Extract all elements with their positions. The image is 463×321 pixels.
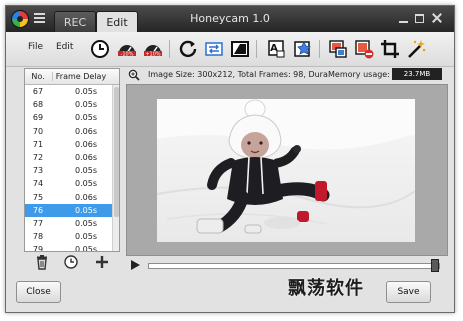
timeline-slider-handle[interactable] (431, 259, 439, 272)
toolbar-divider (256, 40, 257, 58)
tab-rec[interactable]: REC (54, 11, 96, 33)
frame-number: 71 (32, 139, 44, 149)
app-window: REC Edit Honeycam 1.0 File Edit -10% +10… (5, 5, 455, 313)
column-header-frame-delay[interactable]: Frame Delay (52, 72, 109, 81)
frame-number: 70 (32, 126, 44, 136)
frame-number: 76 (32, 205, 44, 215)
text-icon[interactable]: A (265, 38, 287, 60)
frame-number: 77 (32, 218, 44, 228)
bottom-bar: Close Save (6, 277, 454, 312)
menu-edit[interactable]: Edit (56, 42, 73, 52)
frame-delay[interactable]: 0.05s (55, 87, 97, 96)
rotate-icon[interactable] (177, 38, 199, 60)
memory-usage-value: 23.7MB (392, 68, 442, 80)
honeycam-logo-icon[interactable] (11, 10, 29, 28)
frame-row[interactable]: 67 0.05s (25, 85, 112, 98)
timeline-slider[interactable] (148, 263, 440, 269)
toolbar-divider (319, 40, 320, 58)
frame-number: 72 (32, 152, 44, 162)
reverse-frames-icon[interactable] (203, 38, 225, 60)
playback-bar (126, 258, 446, 272)
frame-delay[interactable]: 0.06s (55, 193, 97, 202)
frame-row[interactable]: 75 0.06s (25, 191, 112, 204)
frame-row[interactable]: 78 0.05s (25, 230, 112, 243)
frame-number: 78 (32, 232, 44, 242)
frame-number: 68 (32, 100, 44, 110)
info-bar: Image Size: 300x212, Total Frames: 98, D… (126, 68, 446, 82)
frame-row[interactable]: 69 0.05s (25, 111, 112, 124)
frame-delay[interactable]: 0.05s (55, 166, 97, 175)
frame-row[interactable]: 74 0.05s (25, 177, 112, 190)
minimize-icon[interactable] (397, 12, 411, 25)
frame-number: 79 (32, 245, 44, 252)
play-icon[interactable] (131, 260, 140, 270)
frame-delay[interactable]: 0.05s (55, 113, 97, 122)
menu-file[interactable]: File (28, 42, 43, 52)
frame-row[interactable]: 73 0.05s (25, 164, 112, 177)
frame-row[interactable]: 71 0.06s (25, 138, 112, 151)
crop-icon[interactable] (379, 38, 401, 60)
effect-icon[interactable] (229, 38, 251, 60)
close-window-icon[interactable] (430, 12, 444, 25)
save-button[interactable]: Save (386, 281, 431, 303)
trash-icon[interactable] (34, 254, 50, 270)
frame-list-tools (24, 254, 118, 270)
frame-number: 74 (32, 179, 44, 189)
magic-wand-icon[interactable] (405, 38, 427, 60)
frame-delay[interactable]: 0.05s (55, 206, 97, 215)
frame-delay[interactable]: 0.05s (55, 219, 97, 228)
speed-decrease-icon[interactable]: -10% (116, 38, 138, 60)
close-button[interactable]: Close (16, 281, 61, 303)
preview-canvas (126, 84, 448, 256)
remove-frame-icon[interactable] (353, 38, 375, 60)
zoom-icon[interactable] (128, 69, 140, 81)
speed-increase-icon[interactable]: +10% (142, 38, 164, 60)
hamburger-menu-icon[interactable] (34, 13, 45, 24)
svg-text:+10%: +10% (145, 51, 161, 57)
frame-delay[interactable]: 0.05s (55, 100, 97, 109)
frame-list-header: No. Frame Delay (25, 69, 119, 85)
frame-row[interactable]: 76 0.05s (25, 203, 112, 217)
frame-rows: 67 0.05s 68 0.05s 69 0.05s 70 0.06s 71 0.06s 72 0.0… (25, 85, 112, 252)
watermark-text: 飘荡软件 (288, 278, 364, 299)
frame-number: 75 (32, 192, 44, 202)
preview-image (157, 99, 415, 242)
frame-row[interactable]: 79 0.05s (25, 243, 112, 252)
frame-delay[interactable]: 0.06s (55, 140, 97, 149)
column-header-no[interactable]: No. (25, 72, 51, 81)
frame-row[interactable]: 77 0.05s (25, 217, 112, 230)
tab-edit[interactable]: Edit (96, 11, 138, 33)
toolbar: File Edit -10% +10% A (6, 32, 454, 67)
frame-row[interactable]: 70 0.06s (25, 125, 112, 138)
frame-row[interactable]: 72 0.06s (25, 151, 112, 164)
frame-row[interactable]: 68 0.05s (25, 98, 112, 111)
frame-number: 73 (32, 166, 44, 176)
clock-icon[interactable] (89, 38, 111, 60)
scrollbar-thumb[interactable] (114, 87, 119, 217)
toolbar-divider (169, 40, 170, 58)
title-bar: REC Edit Honeycam 1.0 (6, 6, 454, 33)
maximize-icon[interactable] (413, 12, 427, 25)
frame-list-scrollbar[interactable] (112, 85, 119, 251)
frame-delay-clock-icon[interactable] (63, 254, 79, 270)
frame-delay[interactable]: 0.05s (55, 179, 97, 188)
image-size-info: Image Size: 300x212, Total Frames: 98, D… (148, 70, 328, 79)
frame-delay[interactable]: 0.05s (55, 232, 97, 241)
image-frames-icon[interactable] (327, 38, 349, 60)
frame-delay[interactable]: 0.05s (55, 245, 97, 251)
frame-delay[interactable]: 0.06s (55, 127, 97, 136)
add-frame-icon[interactable] (94, 254, 110, 270)
frame-delay[interactable]: 0.06s (55, 153, 97, 162)
memory-usage-label: Memory usage: (328, 70, 390, 79)
frame-list: No. Frame Delay 67 0.05s 68 0.05s 69 0.05s 70 0… (24, 68, 120, 252)
frame-number: 69 (32, 113, 44, 123)
svg-text:-10%: -10% (121, 51, 134, 57)
sticker-icon[interactable] (291, 38, 313, 60)
frame-number: 67 (32, 87, 44, 96)
